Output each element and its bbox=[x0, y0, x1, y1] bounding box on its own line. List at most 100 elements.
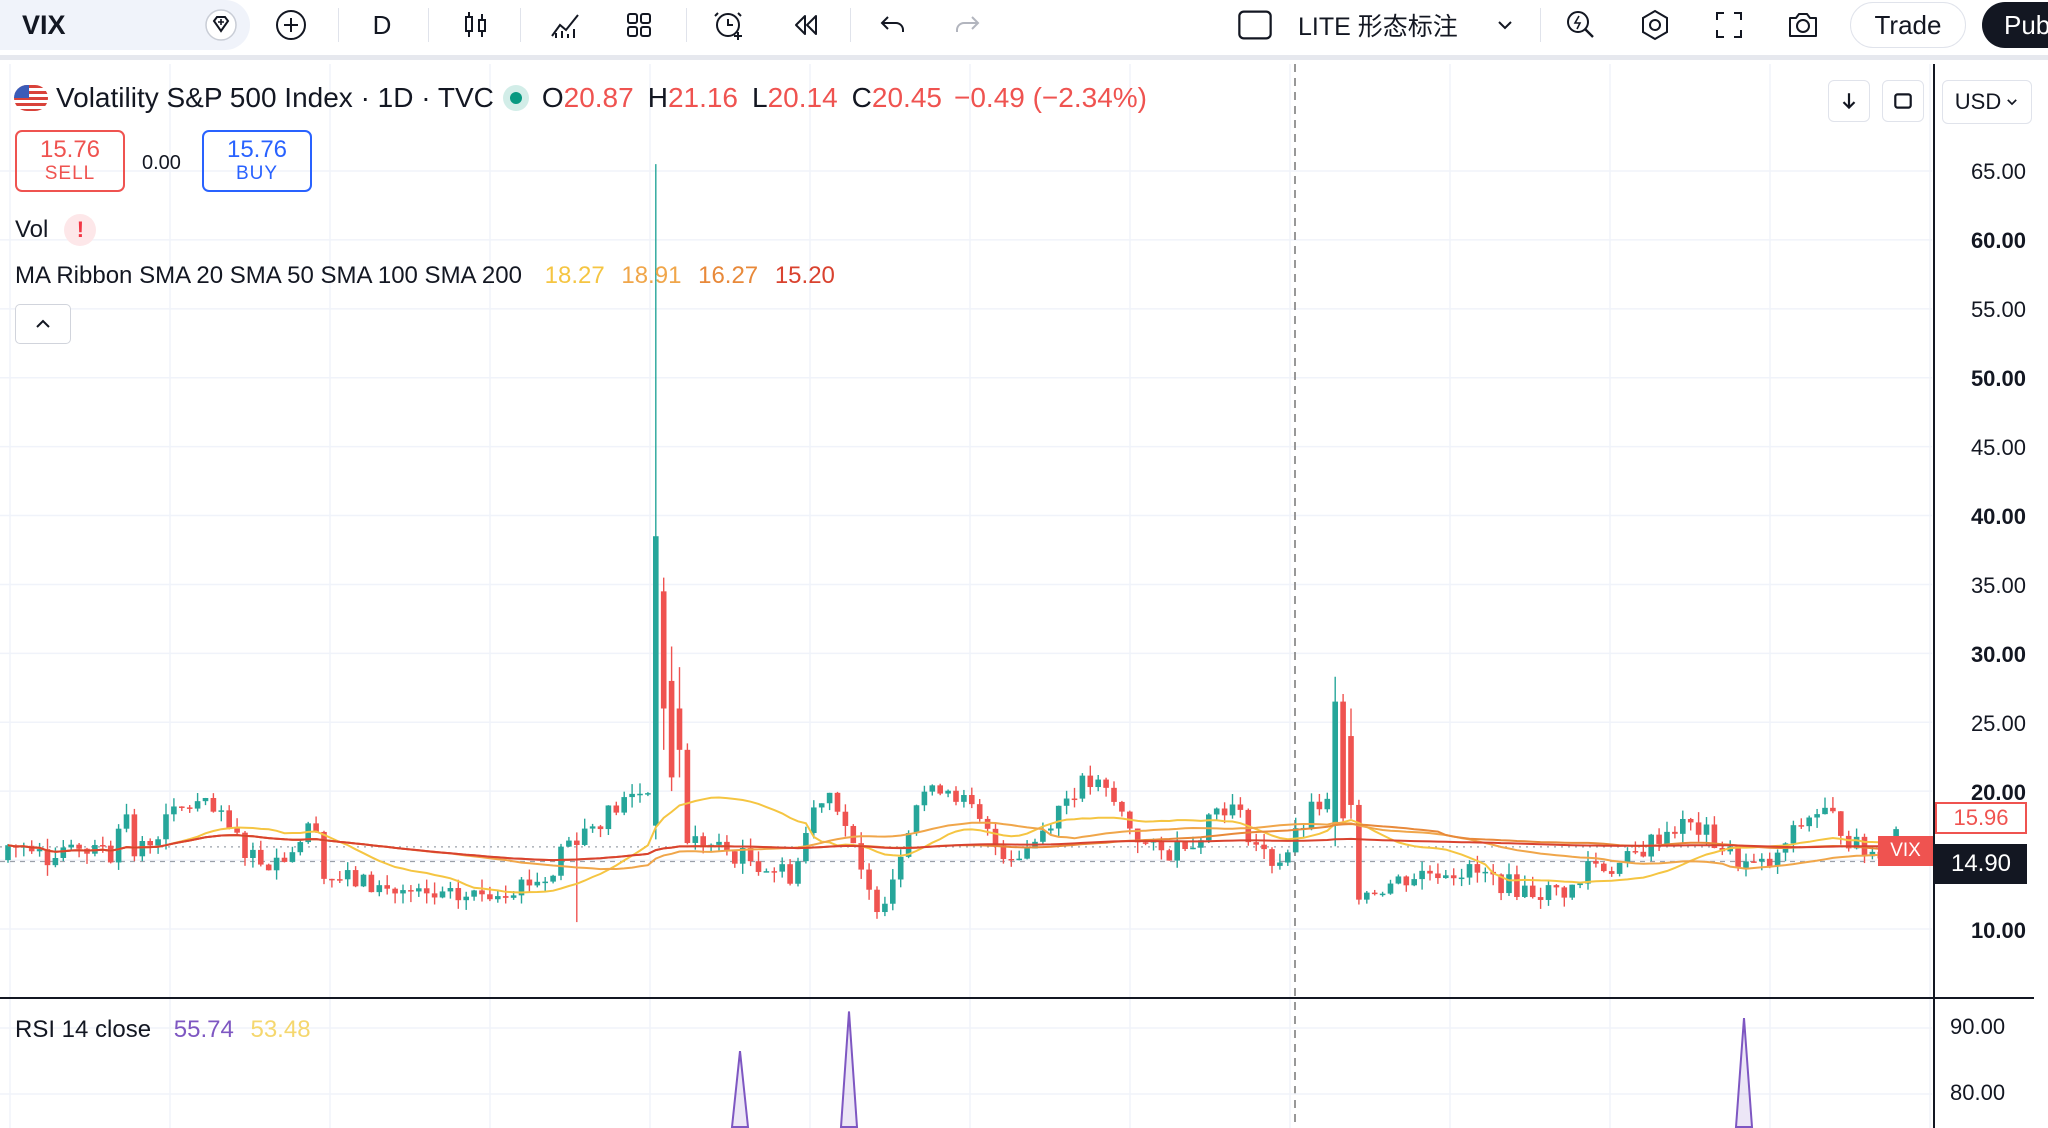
candle-body bbox=[384, 885, 390, 889]
indicators-icon[interactable] bbox=[542, 0, 588, 50]
candle-body bbox=[842, 811, 849, 826]
candle-body bbox=[945, 790, 951, 794]
price-label: 60.00 bbox=[1970, 228, 2026, 253]
candle-body bbox=[1624, 851, 1631, 863]
candle-body bbox=[155, 839, 161, 846]
quick-search-icon[interactable] bbox=[1558, 0, 1604, 50]
compare-add-icon[interactable] bbox=[268, 0, 314, 50]
candle-body bbox=[558, 846, 564, 876]
candle-body bbox=[882, 903, 888, 913]
candle-body bbox=[502, 896, 509, 898]
candle-body bbox=[423, 888, 430, 894]
rsi-legend[interactable]: RSI 14 close 55.74 53.48 bbox=[15, 1016, 321, 1044]
candle-body bbox=[526, 879, 533, 886]
candle-body bbox=[795, 861, 801, 884]
candle-body bbox=[1427, 870, 1433, 874]
sma100-value: 16.27 bbox=[698, 262, 759, 289]
candle-body bbox=[866, 869, 872, 890]
candle-body bbox=[218, 810, 225, 812]
pattern-checkbox[interactable] bbox=[1232, 0, 1278, 50]
candle-body bbox=[439, 891, 446, 898]
candle-body bbox=[1458, 877, 1465, 880]
candle-body bbox=[1158, 841, 1165, 851]
candle-body bbox=[265, 864, 272, 871]
market-status-dot[interactable] bbox=[509, 92, 522, 104]
candle-body bbox=[147, 841, 153, 846]
layouts-icon[interactable] bbox=[616, 0, 662, 50]
candle-body bbox=[1111, 787, 1117, 802]
candle-body bbox=[1221, 808, 1228, 816]
replay-icon[interactable] bbox=[782, 0, 828, 50]
candle-body bbox=[447, 888, 454, 892]
ma-ribbon-legend[interactable]: MA Ribbon SMA 20 SMA 50 SMA 100 SMA 200 … bbox=[15, 262, 845, 290]
settings-icon[interactable] bbox=[1632, 0, 1678, 50]
us-flag-icon bbox=[14, 85, 48, 111]
candle-body bbox=[969, 795, 975, 805]
buy-label: BUY bbox=[235, 163, 279, 184]
candle-body bbox=[637, 793, 643, 796]
candle-body bbox=[1703, 824, 1710, 835]
camera-icon[interactable] bbox=[1780, 0, 1826, 50]
candle-body bbox=[52, 857, 59, 866]
publish-button[interactable]: Pub bbox=[1982, 2, 2048, 48]
candle-body bbox=[771, 871, 778, 873]
candle-body bbox=[202, 798, 209, 802]
scroll-to-latest-button[interactable] bbox=[1828, 80, 1870, 122]
candle-body bbox=[226, 810, 232, 829]
candle-body bbox=[1419, 870, 1425, 880]
candle-body bbox=[716, 841, 722, 845]
undo-icon[interactable] bbox=[870, 0, 916, 50]
candles-icon[interactable] bbox=[452, 0, 498, 50]
candle-body bbox=[1672, 831, 1678, 834]
arrow-down-icon bbox=[1842, 93, 1856, 110]
candle-body bbox=[455, 888, 462, 901]
chevron-down-icon[interactable] bbox=[1490, 0, 1520, 50]
open-key: O bbox=[541, 82, 564, 113]
redo-icon[interactable] bbox=[944, 0, 990, 50]
collapse-legend-button[interactable] bbox=[15, 304, 71, 344]
pane-separator[interactable] bbox=[0, 997, 2034, 999]
sma200-value: 15.20 bbox=[774, 262, 835, 289]
candle-body bbox=[1514, 874, 1520, 897]
auto-scale-button[interactable] bbox=[1882, 80, 1924, 122]
symbol-legend[interactable]: Volatility S&P 500 Index · 1D · TVC O 20.… bbox=[14, 82, 1147, 114]
candle-body bbox=[1364, 892, 1370, 900]
candle-body bbox=[1616, 862, 1623, 874]
candle-body bbox=[163, 814, 169, 840]
candle-body bbox=[1537, 897, 1544, 900]
rsi-axis-label: 90.00 bbox=[1950, 1014, 2006, 1039]
pattern-label-text: LITE 形态标注 bbox=[1298, 13, 1458, 41]
buy-button[interactable]: 15.76 BUY bbox=[202, 130, 312, 192]
fullscreen-icon[interactable] bbox=[1706, 0, 1752, 50]
candle-body bbox=[676, 708, 683, 750]
candle-body bbox=[811, 807, 817, 834]
candle-body bbox=[1340, 701, 1346, 819]
interval-button[interactable]: D bbox=[360, 0, 404, 50]
candle-body bbox=[1395, 876, 1402, 884]
candle-body bbox=[929, 785, 936, 792]
sell-price: 15.76 bbox=[39, 136, 101, 163]
currency-selector[interactable]: USD bbox=[1942, 80, 2032, 124]
diamond-plus-icon[interactable] bbox=[198, 0, 244, 50]
candle-body bbox=[1751, 861, 1757, 863]
candle-body bbox=[1016, 858, 1022, 861]
candle-body bbox=[258, 849, 264, 865]
price-chart[interactable] bbox=[0, 64, 1932, 1128]
candle-body bbox=[250, 849, 256, 859]
candle-body bbox=[1798, 825, 1805, 827]
sell-button[interactable]: 15.76 SELL bbox=[15, 130, 125, 192]
warning-icon[interactable]: ! bbox=[64, 214, 97, 246]
pattern-toggle-label[interactable]: LITE 形态标注 bbox=[1298, 0, 1474, 50]
alert-add-icon[interactable] bbox=[706, 0, 752, 50]
candle-body bbox=[510, 895, 517, 898]
trade-button[interactable]: Trade bbox=[1850, 2, 1966, 48]
low-key: L bbox=[752, 82, 768, 113]
candle-body bbox=[1766, 858, 1773, 867]
candle-body bbox=[329, 878, 335, 881]
candle-body bbox=[1822, 807, 1828, 815]
candle-body bbox=[542, 881, 548, 884]
candle-body bbox=[566, 840, 572, 847]
candle-body bbox=[1237, 804, 1244, 810]
candle-body bbox=[431, 893, 438, 898]
volume-legend[interactable]: Vol ! bbox=[15, 214, 97, 246]
